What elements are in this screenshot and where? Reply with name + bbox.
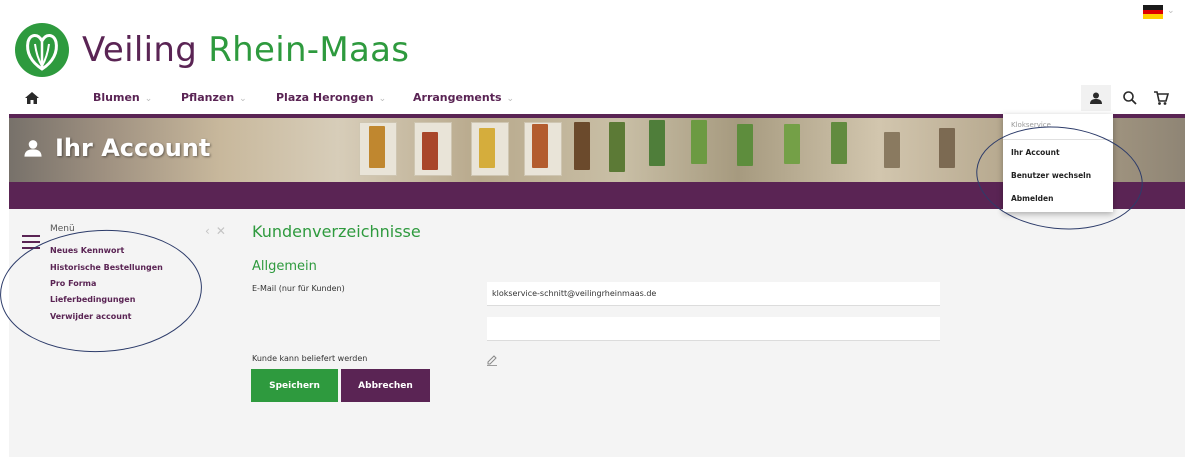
sidebar-link-neues-kennwort[interactable]: Neues Kennwort — [50, 246, 124, 255]
dropdown-item-benutzer-wechseln[interactable]: Benutzer wechseln — [1011, 171, 1091, 180]
sidebar-link-pro-forma[interactable]: Pro Forma — [50, 279, 96, 288]
page-title: Ihr Account — [23, 134, 210, 162]
nav-item-pflanzen[interactable]: Pflanzen ⌄ — [181, 91, 247, 104]
account-menu-button[interactable] — [1081, 85, 1111, 111]
email-field[interactable] — [487, 282, 940, 306]
logo-icon — [15, 23, 69, 77]
language-flag-icon[interactable] — [1143, 5, 1163, 20]
brand-logo[interactable]: Veiling Rhein-Maas — [14, 22, 409, 78]
sidebar-link-lieferbedingungen[interactable]: Lieferbedingungen — [50, 295, 135, 304]
banner-decoration — [784, 124, 800, 164]
banner-decoration — [737, 124, 753, 166]
banner-decoration — [479, 128, 495, 168]
subsection-title: Allgemein — [252, 259, 317, 274]
sidebar-title: Menü — [50, 224, 75, 234]
sidebar-link-verwijder-account[interactable]: Verwijder account — [50, 312, 131, 321]
chevron-down-icon: ⌄ — [506, 94, 515, 104]
nav-item-blumen[interactable]: Blumen ⌄ — [93, 91, 152, 104]
secondary-field[interactable] — [487, 317, 940, 341]
section-title: Kundenverzeichnisse — [252, 222, 421, 241]
dropdown-user-name: Klokservice — [1011, 121, 1051, 129]
banner-decoration — [369, 126, 385, 168]
banner-decoration — [691, 120, 707, 164]
banner-decoration — [532, 124, 548, 168]
home-icon[interactable] — [24, 90, 40, 106]
cancel-button[interactable]: Abbrechen — [341, 369, 430, 402]
brand-name: Veiling Rhein-Maas — [82, 30, 410, 70]
search-icon[interactable] — [1122, 90, 1138, 106]
dropdown-item-ihr-account[interactable]: Ihr Account — [1011, 148, 1060, 157]
save-button[interactable]: Speichern — [251, 369, 338, 402]
banner-decoration — [939, 128, 955, 168]
email-label: E-Mail (nur für Kunden) — [252, 284, 345, 293]
banner-decoration — [609, 122, 625, 172]
banner-decoration — [831, 122, 847, 164]
banner-decoration — [884, 132, 900, 168]
user-icon — [24, 140, 42, 157]
account-dropdown: Klokservice Ihr Account Benutzer wechsel… — [1003, 114, 1113, 212]
deliverable-label: Kunde kann beliefert werden — [252, 354, 368, 363]
edit-icon[interactable] — [486, 354, 498, 366]
panel-navigation[interactable]: ‹✕ — [205, 224, 232, 238]
chevron-down-icon: ⌄ — [144, 94, 153, 104]
banner-decoration — [422, 132, 438, 170]
banner-decoration — [649, 120, 665, 166]
user-icon — [1090, 92, 1102, 104]
sidebar-link-historische-bestellungen[interactable]: Historische Bestellungen — [50, 263, 163, 272]
dropdown-item-abmelden[interactable]: Abmelden — [1011, 194, 1053, 203]
hamburger-menu-icon[interactable] — [22, 235, 40, 249]
page-title-text: Ihr Account — [55, 134, 211, 162]
nav-item-plaza-herongen[interactable]: Plaza Herongen ⌄ — [276, 91, 386, 104]
banner-decoration — [574, 122, 590, 170]
divider — [1003, 139, 1113, 140]
chevron-down-icon: ⌄ — [1167, 6, 1175, 16]
nav-item-arrangements[interactable]: Arrangements ⌄ — [413, 91, 514, 104]
chevron-down-icon: ⌄ — [239, 94, 247, 104]
cart-icon[interactable] — [1153, 90, 1169, 106]
main-navigation: Blumen ⌄ Pflanzen ⌄ Plaza Herongen ⌄ Arrang… — [0, 82, 1185, 114]
back-arrow-icon[interactable]: ‹ — [205, 224, 216, 238]
chevron-down-icon: ⌄ — [378, 94, 387, 104]
close-icon[interactable]: ✕ — [216, 224, 232, 238]
